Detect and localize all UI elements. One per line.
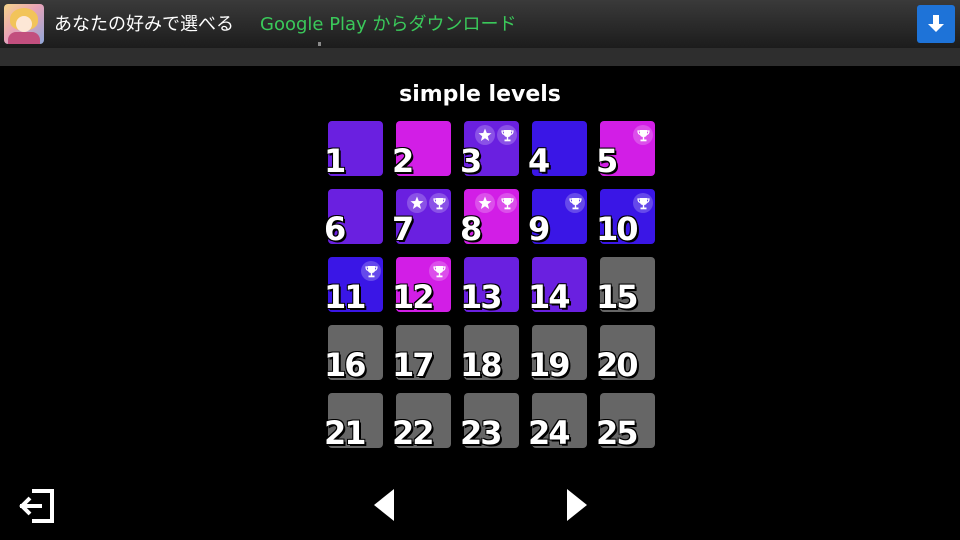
level-tile[interactable]: 14 xyxy=(528,255,587,316)
level-number: 11 xyxy=(324,278,367,316)
level-number: 9 xyxy=(528,210,550,248)
level-tile[interactable]: 13 xyxy=(460,255,519,316)
level-number: 18 xyxy=(460,346,503,384)
ad-download-button[interactable] xyxy=(917,5,955,43)
level-tile: 21 xyxy=(324,391,383,452)
level-number: 3 xyxy=(460,142,482,180)
level-number: 2 xyxy=(392,142,414,180)
level-badges xyxy=(407,193,449,213)
level-number: 1 xyxy=(324,142,346,180)
level-number: 13 xyxy=(460,278,503,316)
level-number: 25 xyxy=(596,414,639,452)
previous-page-icon[interactable] xyxy=(370,487,398,523)
level-tile: 25 xyxy=(596,391,655,452)
level-badges xyxy=(475,125,517,145)
level-tile: 23 xyxy=(460,391,519,452)
ad-thumbnail-image xyxy=(4,4,44,44)
level-number: 5 xyxy=(596,142,618,180)
level-tile: 24 xyxy=(528,391,587,452)
level-tile[interactable]: 4 xyxy=(528,119,587,180)
level-tile[interactable]: 6 xyxy=(324,187,383,248)
level-number: 12 xyxy=(392,278,435,316)
level-number: 6 xyxy=(324,210,346,248)
level-tile[interactable]: 1 xyxy=(324,119,383,180)
level-tile[interactable]: 2 xyxy=(392,119,451,180)
level-number: 17 xyxy=(392,346,435,384)
level-tile: 16 xyxy=(324,323,383,384)
level-badges xyxy=(633,125,653,145)
ad-text: あなたの好みで選べる xyxy=(54,14,234,35)
level-tile[interactable]: 11 xyxy=(324,255,383,316)
trophy-icon xyxy=(497,193,517,213)
level-number: 19 xyxy=(528,346,571,384)
level-tile[interactable]: 12 xyxy=(392,255,451,316)
exit-icon[interactable] xyxy=(18,487,56,525)
level-number: 24 xyxy=(528,414,571,452)
level-number: 22 xyxy=(392,414,435,452)
next-page-icon[interactable] xyxy=(563,487,591,523)
level-tile[interactable]: 7 xyxy=(392,187,451,248)
level-tile: 15 xyxy=(596,255,655,316)
trophy-icon xyxy=(497,125,517,145)
page-title: simple levels xyxy=(399,82,561,107)
level-tile: 22 xyxy=(392,391,451,452)
top-divider-strip xyxy=(0,42,960,66)
level-number: 8 xyxy=(460,210,482,248)
level-tile: 19 xyxy=(528,323,587,384)
download-arrow-icon xyxy=(928,15,944,32)
level-tile[interactable]: 9 xyxy=(528,187,587,248)
level-number: 10 xyxy=(596,210,639,248)
trophy-icon xyxy=(633,125,653,145)
level-number: 4 xyxy=(528,142,550,180)
level-tile: 20 xyxy=(596,323,655,384)
trophy-icon xyxy=(565,193,585,213)
ad-banner[interactable]: あなたの好みで選べる Google Play からダウンロード xyxy=(0,0,960,48)
level-tile[interactable]: 8 xyxy=(460,187,519,248)
level-tile: 17 xyxy=(392,323,451,384)
ad-cta-link[interactable]: Google Play からダウンロード xyxy=(260,10,516,36)
level-number: 20 xyxy=(596,346,639,384)
level-number: 21 xyxy=(324,414,367,452)
trophy-icon xyxy=(429,193,449,213)
level-grid: 1 2 3 4 5 6 7 8 9 10 11 12 13 14 15 16 17 18 19 20 21 22 23 24 2… xyxy=(324,119,664,459)
level-tile[interactable]: 3 xyxy=(460,119,519,180)
level-number: 16 xyxy=(324,346,367,384)
level-tile[interactable]: 10 xyxy=(596,187,655,248)
level-tile: 18 xyxy=(460,323,519,384)
level-number: 23 xyxy=(460,414,503,452)
level-badges xyxy=(475,193,517,213)
level-number: 7 xyxy=(392,210,414,248)
level-badges xyxy=(565,193,585,213)
level-number: 14 xyxy=(528,278,571,316)
level-tile[interactable]: 5 xyxy=(596,119,655,180)
level-number: 15 xyxy=(596,278,639,316)
